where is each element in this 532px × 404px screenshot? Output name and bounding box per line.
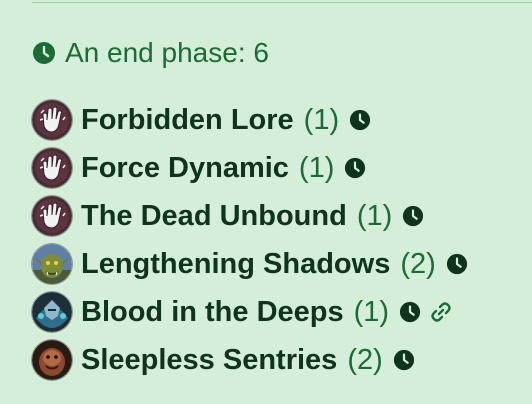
card-name[interactable]: Forbidden Lore — [81, 104, 294, 137]
goblin-portrait — [32, 244, 72, 284]
card-row[interactable]: The Dead Unbound (1) — [32, 192, 468, 240]
phase-header: An end phase: 6 — [32, 37, 269, 69]
clock-icon — [345, 157, 366, 179]
card-count: (1) — [303, 103, 340, 136]
card-row[interactable]: Forbidden Lore (1) — [32, 96, 468, 144]
link-icon[interactable] — [429, 300, 453, 324]
psychic-hand-icon — [32, 148, 72, 188]
card-row[interactable]: Sleepless Sentries (2) — [32, 336, 468, 384]
card-count: (1) — [356, 199, 393, 232]
card-name[interactable]: Force Dynamic — [81, 152, 289, 185]
card-name[interactable]: Blood in the Deeps — [81, 296, 344, 329]
card-row[interactable]: Lengthening Shadows (2) — [32, 240, 468, 288]
clock-icon — [393, 349, 414, 371]
creature-portrait — [32, 340, 72, 380]
card-count: (2) — [347, 343, 383, 376]
clock-icon — [400, 301, 421, 323]
card-list: Forbidden Lore (1) Force Dynamic (1) The… — [32, 96, 468, 384]
clock-icon — [350, 109, 371, 131]
top-divider — [32, 2, 532, 3]
card-name[interactable]: Sleepless Sentries — [81, 344, 337, 377]
card-count: (1) — [298, 151, 335, 184]
card-name[interactable]: Lengthening Shadows — [81, 248, 390, 281]
psychic-hand-icon — [32, 100, 72, 140]
card-count: (2) — [400, 247, 436, 280]
armored-warrior-portrait — [32, 292, 72, 332]
clock-icon — [33, 42, 55, 64]
card-row[interactable]: Blood in the Deeps (1) — [32, 288, 468, 336]
phase-label: An end phase: 6 — [65, 37, 269, 68]
card-count: (1) — [353, 295, 390, 328]
card-name[interactable]: The Dead Unbound — [81, 200, 347, 233]
clock-icon — [446, 253, 467, 275]
card-row[interactable]: Force Dynamic (1) — [32, 144, 468, 192]
psychic-hand-icon — [32, 196, 72, 236]
clock-icon — [403, 205, 424, 227]
